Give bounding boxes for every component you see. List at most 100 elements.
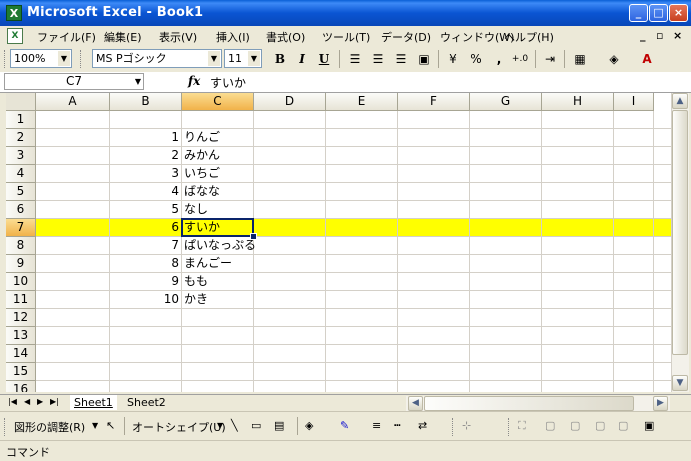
worksheet-grid[interactable]: A B C D E F G H I 1 2 3 4 5 6 7 8 9 10 11 12 13 14 15 16 1 りんご 2 みかん… [6, 93, 671, 392]
cell-b4[interactable]: 3 [110, 165, 179, 182]
cell-c10[interactable]: もも [182, 273, 208, 290]
toolbar-grip[interactable] [80, 50, 84, 68]
chevron-down-icon[interactable]: ▼ [92, 421, 98, 430]
scroll-right-icon[interactable]: ▶ [653, 396, 668, 411]
horizontal-scrollbar[interactable]: ◀ ▶ [406, 396, 670, 411]
menu-view[interactable]: 表示(V) [159, 29, 197, 45]
row-header-7[interactable]: 7 [6, 219, 36, 237]
dash-style-icon[interactable]: ┅ [394, 419, 401, 432]
column-header-e[interactable]: E [326, 93, 398, 111]
textbox-tool-icon[interactable]: ▤ [274, 419, 284, 432]
cell-b11[interactable]: 10 [110, 291, 179, 308]
3d-style-icon[interactable]: ▣ [644, 419, 654, 432]
bold-button[interactable]: B [270, 50, 290, 68]
toolbar-grip[interactable] [4, 50, 8, 68]
draw-menu-button[interactable]: 図形の調整(R) [14, 419, 85, 435]
close-button[interactable]: × [669, 4, 688, 22]
minimize-button[interactable]: _ [629, 4, 648, 22]
menu-help[interactable]: ヘルプ(H) [504, 29, 554, 45]
align-right-icon[interactable]: ☰ [391, 50, 411, 68]
menu-file[interactable]: ファイル(F) [37, 29, 96, 45]
cell-b9[interactable]: 8 [110, 255, 179, 272]
column-header-c[interactable]: C [182, 93, 254, 111]
italic-button[interactable]: I [292, 50, 312, 68]
row-header-1[interactable]: 1 [6, 111, 36, 129]
rectangle-tool-icon[interactable]: ▭ [251, 419, 261, 432]
scroll-left-icon[interactable]: ◀ [408, 396, 423, 411]
row-header-15[interactable]: 15 [6, 363, 36, 381]
cell-b8[interactable]: 7 [110, 237, 179, 254]
toolbar-grip[interactable] [508, 418, 512, 436]
next-sheet-icon[interactable]: ▶ [37, 397, 43, 406]
prev-sheet-icon[interactable]: ◀ [24, 397, 30, 406]
menu-data[interactable]: データ(D) [381, 29, 431, 45]
vertical-scroll-thumb[interactable] [672, 110, 688, 355]
row-header-6[interactable]: 6 [6, 201, 36, 219]
excel-app-icon[interactable]: X [6, 5, 22, 21]
row-header-9[interactable]: 9 [6, 255, 36, 273]
sheet-tab-sheet1[interactable]: Sheet1 [70, 395, 117, 410]
row-header-10[interactable]: 10 [6, 273, 36, 291]
name-box[interactable]: C7 ▼ [4, 73, 144, 90]
doc-minimize-button[interactable]: _ [640, 29, 646, 42]
align-center-icon[interactable]: ☰ [368, 50, 388, 68]
increase-decimal-button[interactable]: +.0 [510, 50, 530, 68]
font-size-dropdown[interactable]: 11 ▼ [224, 49, 262, 68]
font-color-icon[interactable]: A [637, 50, 657, 68]
cell-c11[interactable]: かき [182, 291, 208, 308]
chevron-down-icon[interactable]: ▼ [135, 74, 141, 89]
column-header-d[interactable]: D [254, 93, 326, 111]
last-sheet-icon[interactable]: ▶| [50, 397, 59, 406]
doc-restore-button[interactable]: ▫ [656, 29, 663, 42]
menu-edit[interactable]: 編集(E) [104, 29, 142, 45]
row-header-8[interactable]: 8 [6, 237, 36, 255]
row-header-16[interactable]: 16 [6, 381, 36, 392]
indent-icon[interactable]: ⇥ [540, 50, 560, 68]
vertical-scrollbar[interactable]: ▲ ▼ [671, 93, 689, 392]
column-header-h[interactable]: H [542, 93, 614, 111]
row-header-3[interactable]: 3 [6, 147, 36, 165]
first-sheet-icon[interactable]: |◀ [8, 397, 17, 406]
currency-icon[interactable]: ¥ [443, 50, 463, 68]
cell-c5[interactable]: ばなな [182, 183, 220, 200]
merge-center-icon[interactable]: ▣ [414, 50, 434, 68]
percent-button[interactable]: % [466, 50, 486, 68]
line-style-icon[interactable]: ≡ [372, 419, 381, 432]
column-header-f[interactable]: F [398, 93, 470, 111]
menu-format[interactable]: 書式(O) [266, 29, 305, 45]
chevron-down-icon[interactable]: ▼ [217, 421, 223, 430]
scroll-up-icon[interactable]: ▲ [672, 93, 688, 109]
row-header-2[interactable]: 2 [6, 129, 36, 147]
cell-c4[interactable]: いちご [182, 165, 220, 182]
title-bar[interactable]: X Microsoft Excel - Book1 _ □ × [0, 0, 691, 26]
row-header-4[interactable]: 4 [6, 165, 36, 183]
cell-c3[interactable]: みかん [182, 147, 220, 164]
toolbar-grip[interactable] [452, 418, 456, 436]
borders-icon[interactable]: ▦ [570, 50, 590, 68]
column-header-b[interactable]: B [110, 93, 182, 111]
autoshapes-menu-button[interactable]: オートシェイプ(U) [132, 419, 226, 435]
cell-c9[interactable]: まんごー [182, 255, 232, 272]
toolbar-grip[interactable] [4, 418, 8, 436]
active-cell-border[interactable] [181, 218, 254, 237]
formula-input[interactable]: すいか [210, 74, 246, 91]
fill-handle[interactable] [250, 233, 257, 240]
line-tool-icon[interactable]: ╲ [231, 419, 238, 432]
cell-b7[interactable]: 6 [110, 219, 179, 236]
cell-c2[interactable]: りんご [182, 129, 220, 146]
row-header-11[interactable]: 11 [6, 291, 36, 309]
cell-c6[interactable]: なし [182, 201, 208, 218]
cell-b2[interactable]: 1 [110, 129, 179, 146]
comma-style-button[interactable]: , [489, 50, 509, 68]
row-header-5[interactable]: 5 [6, 183, 36, 201]
sheet-tab-sheet2[interactable]: Sheet2 [123, 395, 170, 410]
column-header-a[interactable]: A [36, 93, 110, 111]
font-name-dropdown[interactable]: MS Pゴシック ▼ [92, 49, 222, 68]
horizontal-scroll-thumb[interactable] [424, 396, 634, 411]
workbook-icon[interactable]: X [7, 28, 23, 44]
row-header-12[interactable]: 12 [6, 309, 36, 327]
insert-function-icon[interactable]: fx [188, 74, 200, 88]
cell-b10[interactable]: 9 [110, 273, 179, 290]
cell-b3[interactable]: 2 [110, 147, 179, 164]
row-header-13[interactable]: 13 [6, 327, 36, 345]
